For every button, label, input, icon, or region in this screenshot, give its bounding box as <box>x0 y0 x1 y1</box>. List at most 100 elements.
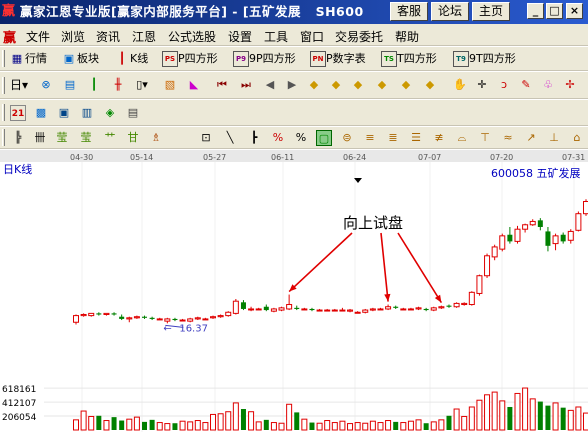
bar-type-dropdown[interactable]: ▯▾ <box>134 76 150 94</box>
arc-icon[interactable]: ⌓ <box>454 129 470 147</box>
nav-left-icon[interactable]: ◆ <box>306 76 322 94</box>
candle-body-up <box>210 316 217 319</box>
forum-button[interactable]: 论坛 <box>431 2 469 21</box>
toolbar-grip[interactable] <box>2 77 5 94</box>
bracket-icon[interactable]: ╠ <box>10 129 26 147</box>
text-icon[interactable]: ⊤ <box>477 129 493 147</box>
gann-grid-icon[interactable]: 莹 <box>78 129 94 147</box>
menu-file[interactable]: 文件 <box>26 28 50 45</box>
volume-bar-up <box>514 392 521 431</box>
erase-icon[interactable]: ⌂ <box>569 129 585 147</box>
next-icon[interactable]: ▶ <box>284 76 300 94</box>
save-icon[interactable]: ▥ <box>79 104 95 122</box>
prev-icon[interactable]: ◀ <box>262 76 278 94</box>
menu-help[interactable]: 帮助 <box>395 28 419 45</box>
t-square-button[interactable]: TS T四方形 <box>381 50 437 68</box>
candle-body-down <box>263 306 269 311</box>
flag-icon[interactable]: ◣ <box>186 76 202 94</box>
calculator-icon[interactable]: ▩ <box>33 104 49 122</box>
annotation-arrow-line <box>380 232 389 302</box>
p-number-table-button[interactable]: PN P数字表 <box>310 50 366 68</box>
pen-icon[interactable]: ✎ <box>518 76 534 94</box>
volume-bar-down <box>240 409 246 430</box>
last-bar-icon[interactable]: ⏭ <box>238 76 254 94</box>
sector-button[interactable]: ▣ 板块 <box>61 50 99 68</box>
app-menu-icon[interactable]: 赢 <box>3 27 16 46</box>
ruler-icon[interactable]: ┣ <box>246 129 262 147</box>
zoom-in-icon[interactable]: ◆ <box>398 76 414 94</box>
menu-news[interactable]: 资讯 <box>96 28 120 45</box>
document-icon[interactable]: ▤ <box>62 76 78 94</box>
nav-up-icon[interactable]: ◆ <box>350 76 366 94</box>
tally-icon[interactable]: 卌 <box>32 129 48 147</box>
candle-icon: ┃ <box>118 52 126 65</box>
fan-icon[interactable]: ✢ <box>562 76 578 94</box>
homepage-button[interactable]: 主页 <box>472 2 510 21</box>
menu-trade[interactable]: 交易委托 <box>335 28 383 45</box>
fan-line-icon[interactable]: ≢ <box>431 129 447 147</box>
fib-icon[interactable]: ≣ <box>385 129 401 147</box>
toolbar-grip[interactable] <box>2 104 5 121</box>
nav-down-icon[interactable]: ◆ <box>374 76 390 94</box>
network-icon[interactable]: ◈ <box>102 104 118 122</box>
p-square-button[interactable]: PS P四方形 <box>162 50 218 68</box>
candle-body-up <box>73 315 79 323</box>
fib-time-icon[interactable]: ☰ <box>408 129 424 147</box>
zoom-out-icon[interactable]: ◆ <box>422 76 438 94</box>
candle-body-up <box>187 318 194 322</box>
tile-icon[interactable]: ▧ <box>162 76 178 94</box>
gann-icon[interactable]: ♧ <box>540 76 556 94</box>
menu-gann[interactable]: 江恩 <box>132 28 156 45</box>
calendar-icon[interactable]: 21 <box>10 104 26 122</box>
channel-icon[interactable]: 艹 <box>102 129 118 147</box>
9t-square-button[interactable]: T9 9T四方形 <box>453 50 516 68</box>
menu-tools[interactable]: 工具 <box>264 28 288 45</box>
brush-icon[interactable]: ♗ <box>148 129 164 147</box>
arrow-icon[interactable]: ↗ <box>523 129 539 147</box>
toolbar-drawing: ╠ 卌 莹 莹 艹 甘 ♗ ⊡ ╲ ┣ % % ▢ ⊜ ≡ ≣ ☰ ≢ ⌓ ⊤ … <box>0 127 588 149</box>
menu-browse[interactable]: 浏览 <box>61 28 85 45</box>
menu-window[interactable]: 窗口 <box>300 28 324 45</box>
print-icon[interactable]: ▤ <box>125 104 141 122</box>
p9-icon: P9 <box>233 51 249 67</box>
kline-svg[interactable]: 04-30 05-14 05-27 06-11 06-24 07-07 07-20 07-31… <box>0 150 588 432</box>
nav-right-icon[interactable]: ◆ <box>328 76 344 94</box>
circle-icon[interactable]: ⊜ <box>339 129 355 147</box>
volume-bar-down <box>309 422 315 430</box>
compare-icon[interactable]: ⊗ <box>38 76 54 94</box>
line-icon[interactable]: ╲ <box>222 129 238 147</box>
percent-icon[interactable]: % <box>293 129 309 147</box>
minimize-icon[interactable]: _ <box>527 3 544 19</box>
volume-bar-up <box>248 411 255 431</box>
hand-icon[interactable]: ✋ <box>452 76 468 94</box>
customer-service-button[interactable]: 客服 <box>390 2 428 21</box>
mark-icon[interactable]: ⊥ <box>546 129 562 147</box>
frame-icon[interactable]: ⊡ <box>198 129 214 147</box>
chart-type-icon[interactable]: ┃ <box>86 76 102 94</box>
first-bar-icon[interactable]: ⏮ <box>214 76 230 94</box>
cycle-icon[interactable]: ≈ <box>500 129 516 147</box>
grid-line-icon[interactable]: 甘 <box>125 129 141 147</box>
monitor-icon[interactable]: ▣ <box>56 104 72 122</box>
time-cycle-icon[interactable]: ≡ <box>362 129 378 147</box>
menu-settings[interactable]: 设置 <box>228 28 252 45</box>
period-selector[interactable]: 日▾ <box>10 76 28 94</box>
crosshair-icon[interactable]: ✛ <box>474 76 490 94</box>
menu-formula[interactable]: 公式选股 <box>168 28 216 45</box>
grid-icon: ▦ <box>11 52 23 65</box>
toolbar-grip[interactable] <box>2 129 5 146</box>
ratio-icon[interactable]: % <box>270 129 286 147</box>
kline-button[interactable]: ┃ K线 <box>114 50 149 68</box>
toolbar-grip[interactable] <box>2 50 5 67</box>
wave-icon[interactable]: ↄ <box>496 76 512 94</box>
kline-chart[interactable]: 04-30 05-14 05-27 06-11 06-24 07-07 07-20 07-31… <box>0 150 588 432</box>
candle-body-up <box>499 235 506 250</box>
gann-line-icon[interactable]: 莹 <box>54 129 70 147</box>
ohlc-icon[interactable]: ╫ <box>110 76 126 94</box>
date-label: 07-31 <box>562 153 585 162</box>
quotes-button[interactable]: ▦ 行情 <box>9 50 47 68</box>
close-icon[interactable]: × <box>566 3 583 19</box>
box-icon[interactable]: ▢ <box>316 129 332 147</box>
maximize-icon[interactable]: □ <box>546 3 563 19</box>
9p-square-button[interactable]: P9 9P四方形 <box>233 50 296 68</box>
